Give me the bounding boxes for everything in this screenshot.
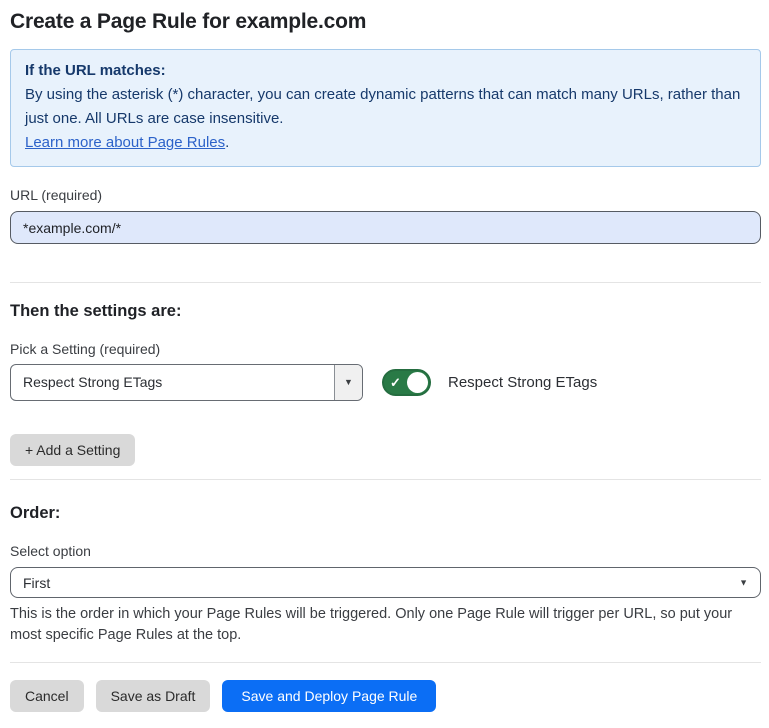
chevron-down-icon: ▼ (344, 378, 353, 387)
actions-row: Cancel Save as Draft Save and Deploy Pag… (10, 680, 761, 712)
page-title: Create a Page Rule for example.com (10, 10, 761, 34)
info-box-heading: If the URL matches: (25, 59, 746, 83)
divider (10, 662, 761, 663)
chevron-down-icon: ▼ (739, 578, 748, 587)
setting-select[interactable]: Respect Strong ETags ▼ (10, 364, 363, 401)
learn-more-link[interactable]: Learn more about Page Rules (25, 134, 225, 151)
divider (10, 282, 761, 283)
url-match-info-box: If the URL matches: By using the asteris… (10, 49, 761, 167)
cancel-button[interactable]: Cancel (10, 680, 84, 712)
order-select-value: First (23, 575, 50, 591)
setting-select-caret-button[interactable]: ▼ (334, 365, 362, 400)
order-select-label: Select option (10, 543, 761, 559)
pick-setting-label: Pick a Setting (required) (10, 341, 761, 357)
check-icon: ✓ (390, 376, 401, 389)
order-help-text: This is the order in which your Page Rul… (10, 604, 758, 646)
setting-row: Respect Strong ETags ▼ ✓ Respect Strong … (10, 364, 761, 401)
add-setting-button[interactable]: + Add a Setting (10, 434, 135, 466)
settings-section-heading: Then the settings are: (10, 302, 761, 321)
setting-toggle-label: Respect Strong ETags (448, 374, 597, 391)
setting-toggle[interactable]: ✓ (382, 369, 431, 396)
url-input[interactable] (10, 211, 761, 244)
order-section-heading: Order: (10, 504, 761, 523)
save-draft-button[interactable]: Save as Draft (96, 680, 211, 712)
link-suffix: . (225, 134, 229, 151)
url-field-label: URL (required) (10, 187, 761, 203)
order-select[interactable]: First ▼ (10, 567, 761, 598)
divider (10, 479, 761, 480)
setting-select-value: Respect Strong ETags (11, 365, 334, 400)
toggle-knob (407, 372, 428, 393)
info-box-body: By using the asterisk (*) character, you… (25, 83, 746, 131)
save-deploy-button[interactable]: Save and Deploy Page Rule (222, 680, 436, 712)
info-box-link-line: Learn more about Page Rules. (25, 131, 746, 155)
